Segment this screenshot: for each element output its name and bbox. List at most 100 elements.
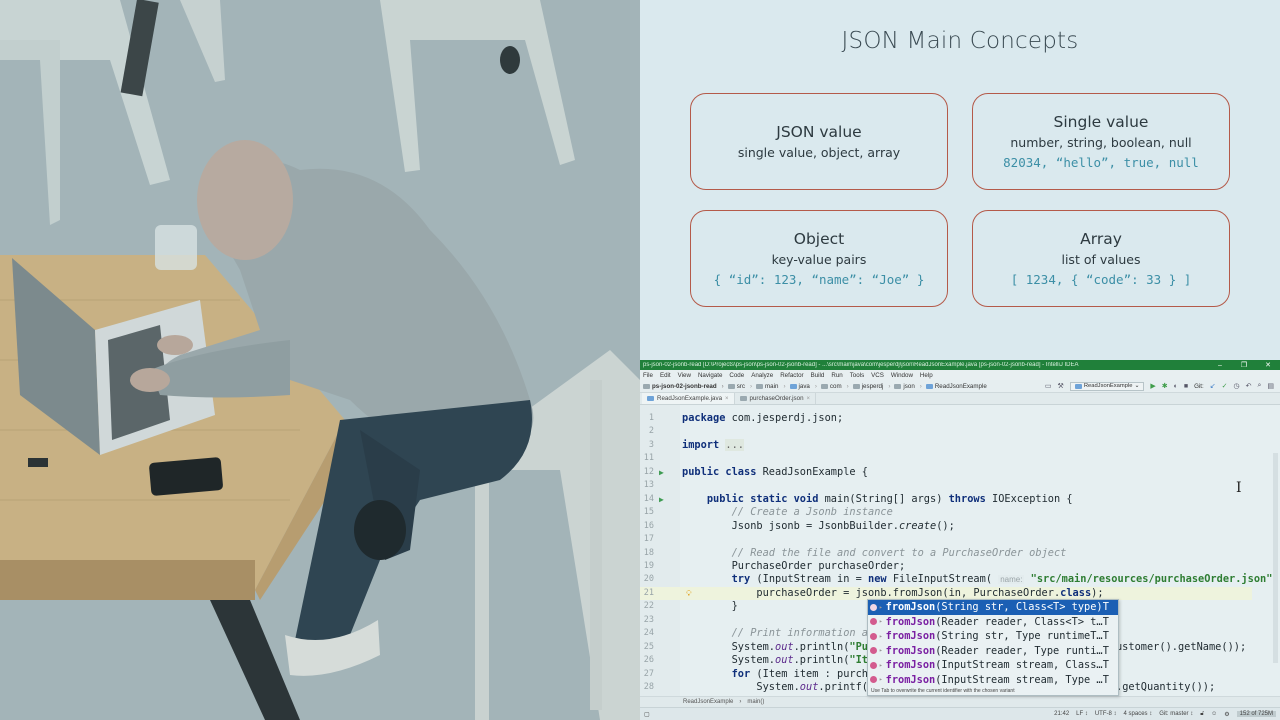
menu-code[interactable]: Code (729, 372, 744, 379)
folder-icon[interactable]: ▤ (1267, 382, 1274, 390)
search-icon[interactable]: ⌕ (1257, 382, 1261, 390)
caret-position[interactable]: 21:42 (1054, 711, 1069, 717)
menu-build[interactable]: Build (811, 372, 825, 379)
tab-purchase-order-json[interactable]: purchaseOrder.json × (735, 393, 817, 404)
code-line[interactable]: 19 PurchaseOrder purchaseOrder; (640, 560, 1252, 574)
completion-item[interactable]: ▸ fromJson (Reader reader, Type runti… T (868, 644, 1118, 659)
memory-indicator[interactable]: 152 of 725M (1236, 711, 1276, 717)
menu-file[interactable]: File (643, 372, 653, 379)
revert-icon[interactable]: ↶ (1246, 382, 1252, 390)
menu-run[interactable]: Run (831, 372, 842, 379)
menu-edit[interactable]: Edit (660, 372, 671, 379)
menu-vcs[interactable]: VCS (871, 372, 884, 379)
nav-crumb-label: ReadJsonExample (934, 382, 987, 390)
line-separator[interactable]: LF ↕ (1076, 711, 1088, 717)
vcs-update-icon[interactable]: ↙ (1210, 382, 1216, 390)
visibility-icon: ▸ (879, 603, 883, 611)
vcs-commit-icon[interactable]: ✓ (1222, 382, 1228, 390)
nav-crumb[interactable]: com › (820, 383, 849, 390)
code-line[interactable]: 3 import ... (640, 438, 1252, 453)
line-number: 13 (643, 480, 654, 491)
code-line[interactable]: 20 try (InputStream in = new FileInputSt… (640, 573, 1280, 587)
nav-crumb[interactable]: ReadJsonExample (925, 382, 987, 390)
breadcrumb-method[interactable]: main() (747, 699, 764, 705)
code-text: import ... (682, 438, 745, 451)
stop-icon[interactable]: ■ (1184, 383, 1188, 390)
code-line[interactable]: 18 // Read the file and convert to a Pur… (640, 547, 1252, 561)
close-tab-icon[interactable]: × (807, 396, 811, 402)
completion-item[interactable]: ▸ fromJson (Reader reader, Class<T> t… T (868, 615, 1118, 630)
debug-icon[interactable]: ✱ (1162, 382, 1168, 390)
line-number: 3 (648, 439, 654, 450)
run-icon[interactable]: ▶ (1150, 382, 1155, 390)
code-line[interactable]: 2 (640, 425, 1252, 439)
completion-return-type: T (1102, 673, 1109, 686)
indent-setting[interactable]: 4 spaces ↕ (1124, 711, 1153, 717)
menu-refactor[interactable]: Refactor (780, 372, 803, 379)
menu-window[interactable]: Window (891, 372, 913, 379)
completion-item[interactable]: ▸ fromJson (String str, Class<T> type) T (868, 600, 1118, 615)
run-gutter-icon[interactable]: ▶ (659, 493, 664, 507)
folder-icon (727, 383, 735, 389)
tool-windows-icon[interactable]: ▢ (644, 711, 650, 718)
completion-return-type: T (1102, 615, 1109, 628)
nav-crumb[interactable]: src › (727, 383, 752, 390)
history-icon[interactable]: ◷ (1233, 382, 1239, 390)
inspector-icon[interactable]: ☺ (1211, 711, 1217, 717)
nav-crumb[interactable]: main › (756, 382, 786, 390)
code-line[interactable]: 1 package com.jesperdj.json; (640, 412, 1252, 426)
card-subtitle: single value, object, array (737, 145, 901, 160)
file-encoding[interactable]: UTF-8 ↕ (1095, 711, 1117, 717)
nav-crumb[interactable]: json › (894, 382, 922, 390)
build-hammer-icon[interactable]: ⚒ (1058, 382, 1064, 390)
project-structure-icon[interactable]: ▭ (1045, 382, 1052, 390)
nav-crumb[interactable]: ps-json-02-jsonb-read › (643, 383, 724, 390)
coverage-icon[interactable]: ◐ (1174, 383, 1178, 390)
completion-item[interactable]: ▸ fromJson (String str, Type runtimeT… T (868, 629, 1118, 644)
breadcrumb-class[interactable]: ReadJsonExample (683, 699, 733, 705)
menu-view[interactable]: View (678, 372, 691, 379)
card-json-value: JSON value single value, object, array (690, 93, 948, 190)
method-icon (870, 603, 877, 611)
nav-crumb[interactable]: jesperdj › (852, 383, 890, 390)
tab-read-json-example[interactable]: ReadJsonExample.java × (642, 393, 735, 404)
line-number: 2 (648, 426, 654, 437)
completion-method-name: fromJson (885, 601, 936, 614)
menu-bar: File Edit View Navigate Code Analyze Refactor B… (640, 370, 1280, 380)
close-tab-icon[interactable]: × (725, 396, 729, 402)
folder-icon (894, 383, 902, 389)
maximize-button[interactable]: ❐ (1232, 361, 1256, 369)
slide: JSON Main Concepts JSON value single val… (640, 0, 1280, 360)
card-subtitle: number, string, boolean, null (1010, 135, 1192, 150)
lock-icon[interactable]: 🔓︎ (1200, 711, 1204, 718)
code-line[interactable]: 13 (640, 479, 1252, 493)
code-line[interactable]: 17 (640, 533, 1252, 547)
code-completion-popup: ▸ fromJson (String str, Class<T> type) T ▸ fr… (867, 599, 1119, 696)
completion-return-type: T (1102, 659, 1109, 672)
card-title: Object (793, 230, 845, 248)
vertical-scrollbar[interactable] (1273, 453, 1278, 663)
code-line[interactable]: 14 ▶ public static void main(String[] arg… (640, 493, 1252, 507)
code-line[interactable]: 15 // Create a Jsonb instance (640, 506, 1252, 520)
nav-crumb-label: json (903, 382, 915, 390)
git-branch[interactable]: Git: master ↕ (1159, 711, 1193, 717)
line-number: 26 (643, 655, 654, 666)
nav-crumb-label: main (765, 382, 779, 390)
run-gutter-icon[interactable]: ▶ (659, 466, 664, 480)
minimize-button[interactable]: – (1208, 362, 1232, 369)
completion-item[interactable]: ▸ fromJson (InputStream stream, Type … T (868, 673, 1118, 688)
code-line[interactable]: 11 (640, 452, 1252, 466)
nav-crumb[interactable]: java › (789, 383, 817, 390)
run-config-dropdown[interactable]: ReadJsonExample ⌄ (1069, 381, 1145, 391)
code-line[interactable]: 12 ▶ public class ReadJsonExample { (640, 466, 1252, 480)
screen: JSON Main Concepts JSON value single val… (0, 0, 1280, 720)
menu-navigate[interactable]: Navigate (698, 372, 722, 379)
code-line[interactable]: 16 Jsonb jsonb = JsonbBuilder.create(); (640, 520, 1252, 534)
close-button[interactable]: ✕ (1256, 361, 1280, 369)
event-log-icon[interactable]: ⚙ (1224, 711, 1229, 718)
completion-item[interactable]: ▸ fromJson (InputStream stream, Class… T (868, 658, 1118, 673)
menu-analyze[interactable]: Analyze (751, 372, 773, 379)
menu-tools[interactable]: Tools (850, 372, 864, 379)
menu-help[interactable]: Help (920, 372, 933, 379)
navigation-bar: ps-json-02-jsonb-read › src › main › java › com ›… (640, 380, 1280, 393)
